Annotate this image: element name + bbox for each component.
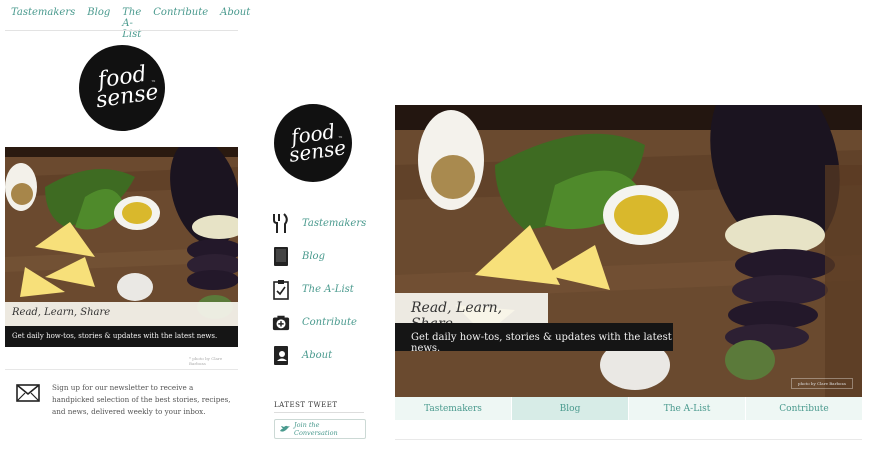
mobile-nav-about[interactable]: About [220,7,250,40]
join-conversation-label: Join the Conversation [293,421,338,437]
tab-blog[interactable]: Blog [512,397,629,420]
photo-credit-tag: photo by Clare Barboza [791,378,853,389]
mobile-nav-blog[interactable]: Blog [87,7,110,40]
hero-food-photo [395,105,862,397]
desktop-hero-caption-title: Read, Learn, Share [395,293,548,332]
sidebar-item-label: Blog [302,251,325,262]
mobile-nav: Tastemakers Blog The A-List Contribute A… [11,7,250,40]
sidebar-item-a-list[interactable]: The A-List [272,273,372,306]
newsletter-divider [5,369,238,370]
tab-contribute[interactable]: Contribute [746,397,862,420]
notebook-icon [272,246,290,267]
envelope-icon[interactable] [16,384,40,402]
sidebar-item-label: Contribute [302,317,357,328]
sidebar-item-label: About [302,350,333,361]
sidebar-item-label: The A-List [302,284,354,295]
sidebar-item-label: Tastemakers [302,218,367,229]
latest-tweet-divider [274,412,364,413]
desktop-tabs: Tastemakers Blog The A-List Contribute [395,397,862,420]
mobile-hero-caption-title: Read, Learn, Share [5,302,238,326]
latest-tweet-heading: LATEST TWEET [274,401,338,409]
mobile-hero-caption-text: Get daily how-tos, stories & updates wit… [5,326,238,347]
twitter-bird-icon [280,425,290,432]
profile-book-icon [272,345,290,366]
camera-add-icon [272,312,290,333]
sidebar-nav: Tastemakers Blog The A-List Contribute A… [272,207,372,372]
sidebar-item-tastemakers[interactable]: Tastemakers [272,207,372,240]
join-conversation-button[interactable]: Join the Conversation [274,419,366,439]
mobile-layout: Tastemakers Blog The A-List Contribute A… [5,0,250,459]
content-divider [395,439,862,440]
desktop-sidebar: food sense ™ Tastemakers Blog The A-List… [272,0,372,459]
mobile-nav-a-list[interactable]: The A-List [122,7,141,40]
responsive-showcase: Tastemakers Blog The A-List Contribute A… [0,0,879,459]
desktop-hero-caption-text: Get daily how-tos, stories & updates wit… [395,323,673,354]
mobile-nav-tastemakers[interactable]: Tastemakers [11,7,75,40]
tab-a-list[interactable]: The A-List [629,397,746,420]
mobile-nav-contribute[interactable]: Contribute [153,7,208,40]
sidebar-item-contribute[interactable]: Contribute [272,306,372,339]
tab-tastemakers[interactable]: Tastemakers [395,397,512,420]
sidebar-logo[interactable]: food sense ™ [274,104,352,182]
trademark-mark: ™ [338,135,343,142]
mobile-hero: Read, Learn, Share Get daily how-tos, st… [5,147,238,347]
desktop-hero: Read, Learn, Share Get daily how-tos, st… [395,105,862,397]
photo-credit: * photo by Clare Barboza [189,356,223,366]
newsletter-text[interactable]: Sign up for our newsletter to receive a … [52,382,232,418]
logo[interactable]: food sense ™ [79,45,165,131]
sidebar-item-blog[interactable]: Blog [272,240,372,273]
utensils-icon [272,213,290,234]
logo-text-sense: sense [94,79,160,114]
logo-text-sense: sense [287,135,348,167]
nav-divider [5,30,238,31]
clipboard-check-icon [272,279,290,300]
sidebar-item-about[interactable]: About [272,339,372,372]
trademark-mark: ™ [151,80,156,87]
